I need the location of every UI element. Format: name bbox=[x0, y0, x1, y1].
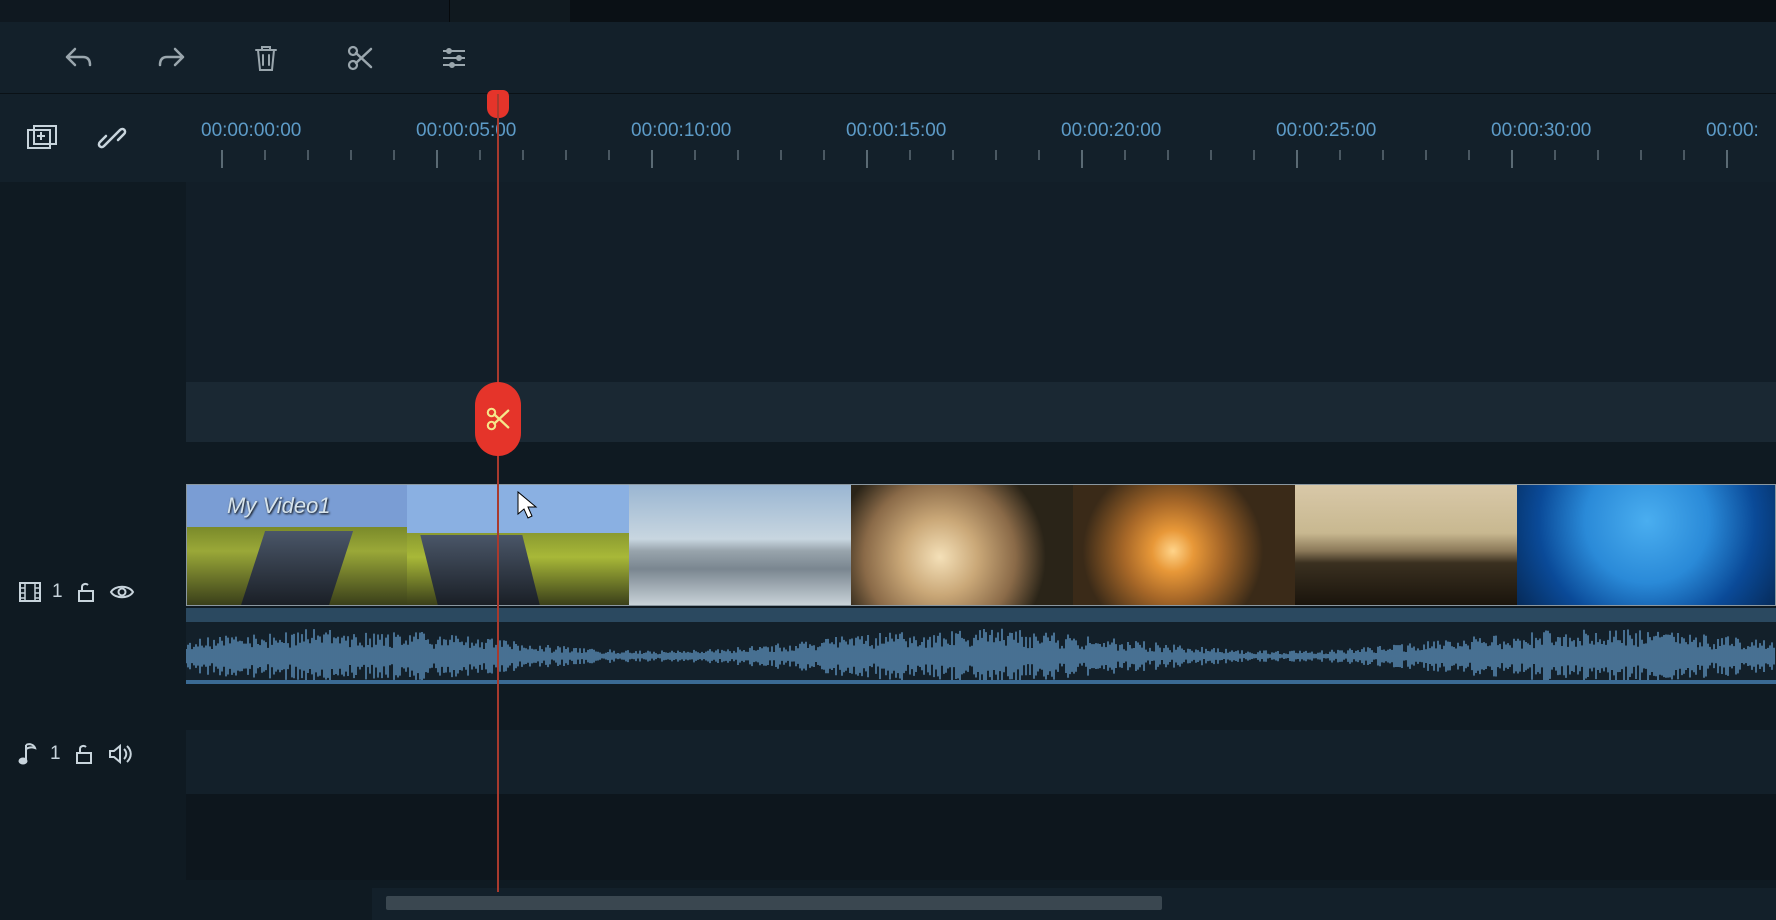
tab-panel-2[interactable] bbox=[450, 0, 570, 22]
clip-thumbnail bbox=[629, 485, 851, 605]
ruler-label: 00:00:10:00 bbox=[631, 120, 731, 142]
clip-row-bg bbox=[186, 382, 1776, 442]
add-marker-icon bbox=[26, 124, 58, 152]
tab-panel-1[interactable] bbox=[0, 0, 450, 22]
clip-thumbnail bbox=[1517, 485, 1776, 605]
unlock-icon[interactable] bbox=[73, 743, 95, 765]
video-track-number: 1 bbox=[52, 581, 63, 603]
eye-icon[interactable] bbox=[109, 582, 135, 602]
tab-strip bbox=[0, 0, 1776, 22]
undo-button[interactable] bbox=[54, 34, 102, 82]
audio-track-number: 1 bbox=[50, 743, 61, 765]
split-button[interactable] bbox=[475, 382, 521, 456]
music-icon bbox=[18, 741, 40, 767]
ruler-label: 00:00:30:00 bbox=[1491, 120, 1591, 142]
redo-button[interactable] bbox=[148, 34, 196, 82]
ruler-label: 00:00:25:00 bbox=[1276, 120, 1376, 142]
redo-icon bbox=[157, 45, 187, 71]
delete-button[interactable] bbox=[242, 34, 290, 82]
video-clip[interactable]: My Video1 bbox=[186, 484, 1776, 606]
audio-clip[interactable] bbox=[186, 622, 1776, 684]
timeline-ruler[interactable]: 00:00:00:00 00:00:05:00 00:00:10:00 00:00:1… bbox=[186, 94, 1776, 182]
scrollbar-thumb[interactable] bbox=[386, 896, 1162, 910]
ruler-label: 00:00:00:00 bbox=[201, 120, 301, 142]
add-marker-button[interactable] bbox=[22, 118, 62, 158]
video-track-header: 1 bbox=[0, 572, 186, 612]
link-button[interactable] bbox=[92, 118, 132, 158]
empty-area bbox=[186, 794, 1776, 880]
horizontal-scrollbar[interactable] bbox=[372, 888, 1776, 920]
sliders-icon bbox=[440, 46, 468, 70]
unlock-icon[interactable] bbox=[75, 581, 97, 603]
ruler-label: 00:00:20:00 bbox=[1061, 120, 1161, 142]
clip-thumbnail bbox=[1073, 485, 1295, 605]
undo-icon bbox=[63, 45, 93, 71]
clip-thumbnail bbox=[1295, 485, 1517, 605]
film-icon bbox=[18, 580, 42, 604]
audio-waveform bbox=[186, 622, 1776, 684]
timeline-toolbar bbox=[0, 22, 1776, 94]
empty-track-area[interactable] bbox=[186, 182, 1776, 382]
audio-track-header: 1 bbox=[0, 734, 186, 774]
clip-thumbnail bbox=[851, 485, 1073, 605]
trash-icon bbox=[253, 43, 279, 73]
clip-title: My Video1 bbox=[227, 493, 331, 519]
clip-spacer bbox=[186, 608, 1776, 622]
speaker-icon[interactable] bbox=[107, 743, 133, 765]
ruler-label: 00:00: bbox=[1706, 120, 1759, 142]
cut-button[interactable] bbox=[336, 34, 384, 82]
ruler-label: 00:00:15:00 bbox=[846, 120, 946, 142]
clip-thumbnail bbox=[407, 485, 629, 605]
tracks-area: My Video1 bbox=[186, 182, 1776, 920]
settings-button[interactable] bbox=[430, 34, 478, 82]
timeline-body: 1 1 My Video1 bbox=[0, 182, 1776, 920]
scissors-icon bbox=[346, 44, 374, 72]
audio-track-row[interactable] bbox=[186, 730, 1776, 794]
scissors-icon bbox=[485, 406, 511, 432]
ruler-label: 00:00:05:00 bbox=[416, 120, 516, 142]
link-icon bbox=[96, 122, 128, 154]
